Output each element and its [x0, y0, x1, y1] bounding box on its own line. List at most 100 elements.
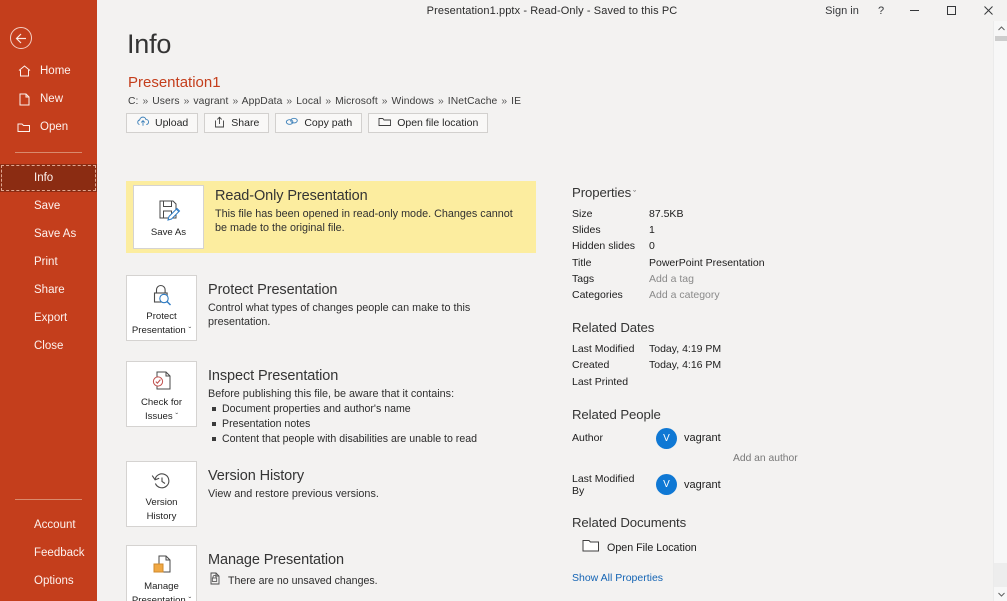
list-item-label: Document properties and author's name [222, 403, 411, 415]
copy-path-button[interactable]: Copy path [275, 113, 363, 133]
sidebar-item-print[interactable]: Print [0, 248, 97, 276]
date-value: Today, 4:19 PM [649, 343, 722, 356]
card-description: Control what types of changes people can… [208, 302, 471, 328]
sign-in-button[interactable]: Sign in [818, 0, 866, 21]
tags-input[interactable]: Add a tag [649, 271, 694, 287]
chevron-down-icon: ˇ [175, 412, 179, 421]
breadcrumb-segment[interactable]: Microsoft [335, 96, 378, 107]
document-name: Presentation1 [128, 74, 221, 91]
back-arrow-icon[interactable] [10, 27, 32, 49]
manage-presentation-tile-button[interactable]: Manage Presentation ˇ [126, 545, 197, 601]
scrollbar-thumb[interactable] [995, 36, 1007, 41]
property-value: 1 [649, 224, 655, 237]
info-cards-column: Save As Read-Only Presentation This file… [126, 181, 536, 601]
property-row-title: Title PowerPoint Presentation [572, 255, 822, 271]
save-as-tile-button[interactable]: Save As [133, 185, 204, 249]
breadcrumb-separator: » [501, 96, 508, 107]
minimize-button[interactable] [896, 0, 933, 21]
readonly-presentation-card: Save As Read-Only Presentation This file… [126, 181, 536, 253]
author-row: Author V vagrant [572, 427, 822, 449]
date-key: Created [572, 359, 610, 372]
tile-label: Protect [146, 311, 177, 322]
sidebar-item-account[interactable]: Account [0, 511, 97, 539]
breadcrumb-separator: » [183, 96, 190, 107]
scroll-down-arrow-icon[interactable] [994, 587, 1007, 601]
version-history-tile-button[interactable]: Version History [126, 461, 197, 527]
list-item: Content that people with disabilities ar… [208, 432, 477, 447]
property-key: Hidden slides [572, 240, 636, 253]
add-author-input[interactable]: Add an author [733, 453, 822, 464]
card-description: View and restore previous versions. [208, 488, 379, 500]
last-modified-by-name[interactable]: vagrant [684, 479, 721, 491]
properties-heading[interactable]: Properties ˇ [572, 185, 822, 200]
breadcrumb-segment[interactable]: AppData [242, 96, 283, 107]
check-for-issues-tile-button[interactable]: Check for Issues ˇ [126, 361, 197, 427]
new-document-icon [17, 93, 31, 106]
categories-input[interactable]: Add a category [649, 287, 720, 303]
inspect-presentation-card: Check for Issues ˇ Inspect Presentation … [126, 361, 536, 447]
list-item-label: Presentation notes [222, 418, 311, 430]
sidebar-item-label: Feedback [34, 547, 85, 559]
breadcrumb-segment[interactable]: vagrant [193, 96, 228, 107]
breadcrumb-segment[interactable]: Users [152, 96, 179, 107]
sidebar-item-label: Options [34, 575, 74, 587]
date-key: Last Printed [572, 375, 629, 388]
lock-search-icon [149, 280, 175, 308]
avatar: V [656, 474, 677, 496]
properties-heading-label: Properties [572, 185, 632, 200]
scroll-up-arrow-icon[interactable] [994, 21, 1007, 35]
breadcrumb: C: » Users » vagrant » AppData » Local »… [128, 96, 521, 107]
scrollbar-track-bottom[interactable] [994, 563, 1007, 587]
maximize-button[interactable] [933, 0, 970, 21]
date-key: Last Modified [572, 343, 635, 356]
show-all-properties-link[interactable]: Show All Properties [572, 572, 663, 584]
related-dates-heading: Related Dates [572, 320, 655, 336]
sidebar-item-export[interactable]: Export [0, 304, 97, 332]
home-icon [17, 65, 31, 77]
sidebar-item-open[interactable]: Open [0, 113, 97, 141]
chevron-down-icon: ˇ [633, 189, 637, 199]
sidebar-item-info[interactable]: Info [0, 164, 97, 192]
sidebar-item-feedback[interactable]: Feedback [0, 539, 97, 567]
share-button[interactable]: Share [204, 113, 270, 133]
open-file-location-link[interactable]: Open File Location [582, 538, 822, 558]
property-value[interactable]: PowerPoint Presentation [649, 255, 765, 271]
manage-presentation-card: Manage Presentation ˇ Manage Presentatio… [126, 545, 536, 601]
sidebar-item-home[interactable]: Home [0, 57, 97, 85]
protect-presentation-tile-button[interactable]: Protect Presentation ˇ [126, 275, 197, 341]
sidebar-item-save[interactable]: Save [0, 192, 97, 220]
sidebar-item-label: Open [40, 121, 69, 133]
properties-list: Size 87.5KB Slides 1 Hidden slides 0 Tit… [572, 206, 822, 303]
breadcrumb-segment[interactable]: Windows [392, 96, 434, 107]
breadcrumb-segment[interactable]: Local [296, 96, 321, 107]
card-title: Read-Only Presentation [215, 188, 368, 204]
close-button[interactable] [970, 0, 1007, 21]
sidebar-item-close[interactable]: Close [0, 332, 97, 360]
vertical-scrollbar[interactable] [993, 21, 1007, 601]
breadcrumb-segment[interactable]: INetCache [448, 96, 498, 107]
sidebar-item-new[interactable]: New [0, 85, 97, 113]
upload-button[interactable]: Upload [126, 113, 199, 133]
property-key: Title [572, 256, 592, 269]
button-label: Open file location [397, 117, 479, 129]
sidebar-item-share[interactable]: Share [0, 276, 97, 304]
window-title: Presentation1.pptx - Read-Only - Saved t… [426, 4, 678, 17]
card-body: Manage Presentation There are no unsaved… [197, 545, 378, 601]
property-value: 0 [649, 240, 655, 253]
date-value: Today, 4:16 PM [649, 359, 722, 372]
window-controls: Sign in ? [818, 0, 1007, 21]
sidebar-item-label: Export [34, 312, 68, 324]
open-file-location-button[interactable]: Open file location [368, 113, 489, 133]
help-icon[interactable]: ? [866, 0, 896, 21]
sidebar-item-label: Share [34, 284, 65, 296]
breadcrumb-segment[interactable]: IE [511, 96, 521, 107]
last-modified-by-row: Last Modified By V vagrant [572, 473, 822, 497]
author-name[interactable]: vagrant [684, 432, 721, 444]
tile-label-text: Issues [144, 411, 173, 422]
sidebar-nav-bottom: Account Feedback Options [0, 488, 97, 595]
inspect-bullet-list: Document properties and author's name Pr… [208, 402, 477, 447]
sidebar-item-label: Save [34, 200, 61, 212]
breadcrumb-segment[interactable]: C: [128, 96, 139, 107]
sidebar-item-save-as[interactable]: Save As [0, 220, 97, 248]
sidebar-item-options[interactable]: Options [0, 567, 97, 595]
